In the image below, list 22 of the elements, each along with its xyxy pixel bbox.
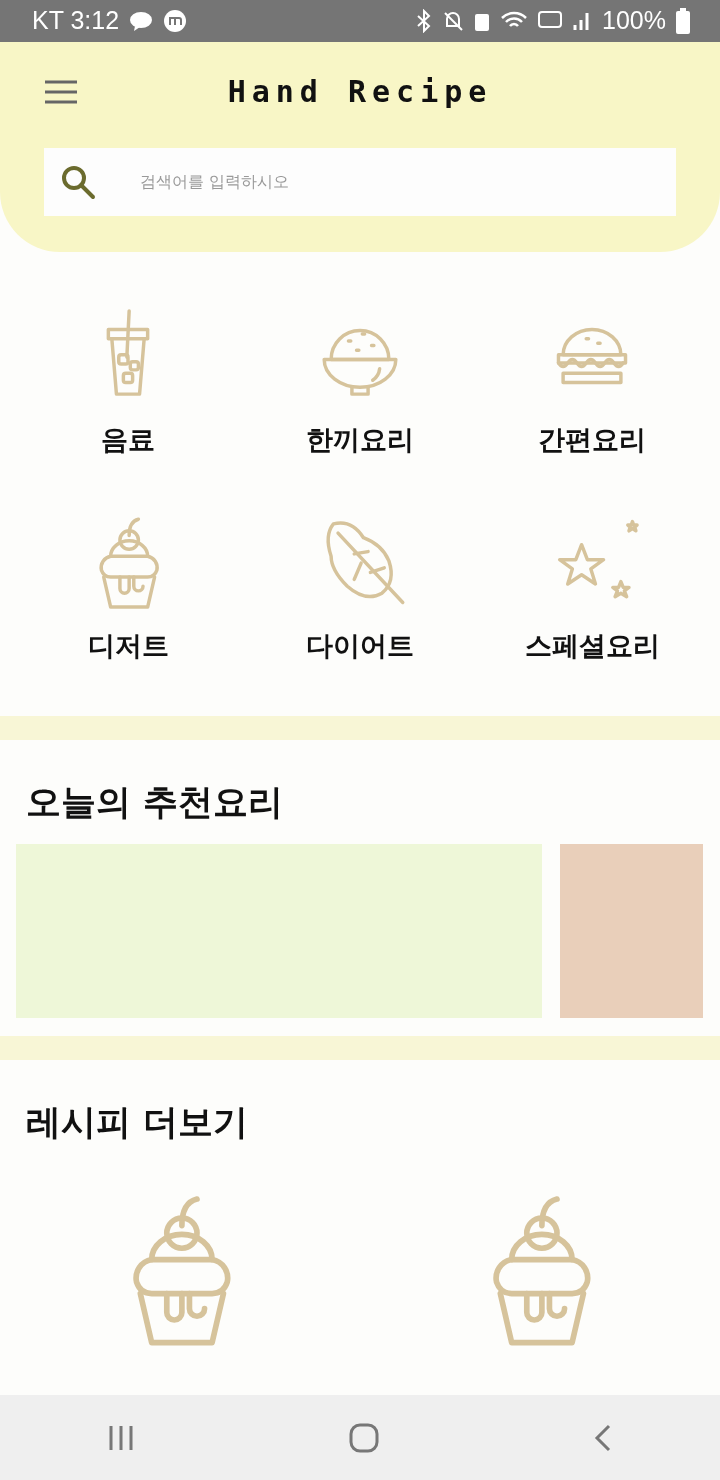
battery-percent: 100% <box>602 6 666 36</box>
search-icon <box>60 163 96 200</box>
app-title: Hand Recipe <box>226 74 494 110</box>
battery-icon <box>676 8 690 34</box>
mute-icon <box>442 10 465 32</box>
carrier-time: KT 3:12 <box>32 6 120 36</box>
app-badge-icon <box>163 9 188 33</box>
category-button[interactable]: 스페셜요리 <box>476 509 708 664</box>
bluetooth-icon <box>416 9 433 33</box>
chat-bubble-icon <box>129 10 154 32</box>
menu-icon[interactable] <box>44 79 78 104</box>
section-heading: 레시피 더보기 <box>26 1101 250 1145</box>
recents-icon[interactable] <box>107 1423 135 1452</box>
category-button[interactable]: 음료 <box>12 303 244 458</box>
category-button[interactable]: 한끼요리 <box>244 303 476 458</box>
category-button[interactable]: 간편요리 <box>476 303 708 458</box>
search-field[interactable]: 검색어를 입력하시오 <box>44 147 676 216</box>
section-heading: 오늘의 추천요리 <box>26 780 285 824</box>
category-button[interactable]: 디저트 <box>12 509 244 664</box>
category-button[interactable]: 다이어트 <box>244 509 476 664</box>
back-icon[interactable] <box>593 1422 613 1453</box>
home-icon[interactable] <box>349 1422 379 1453</box>
